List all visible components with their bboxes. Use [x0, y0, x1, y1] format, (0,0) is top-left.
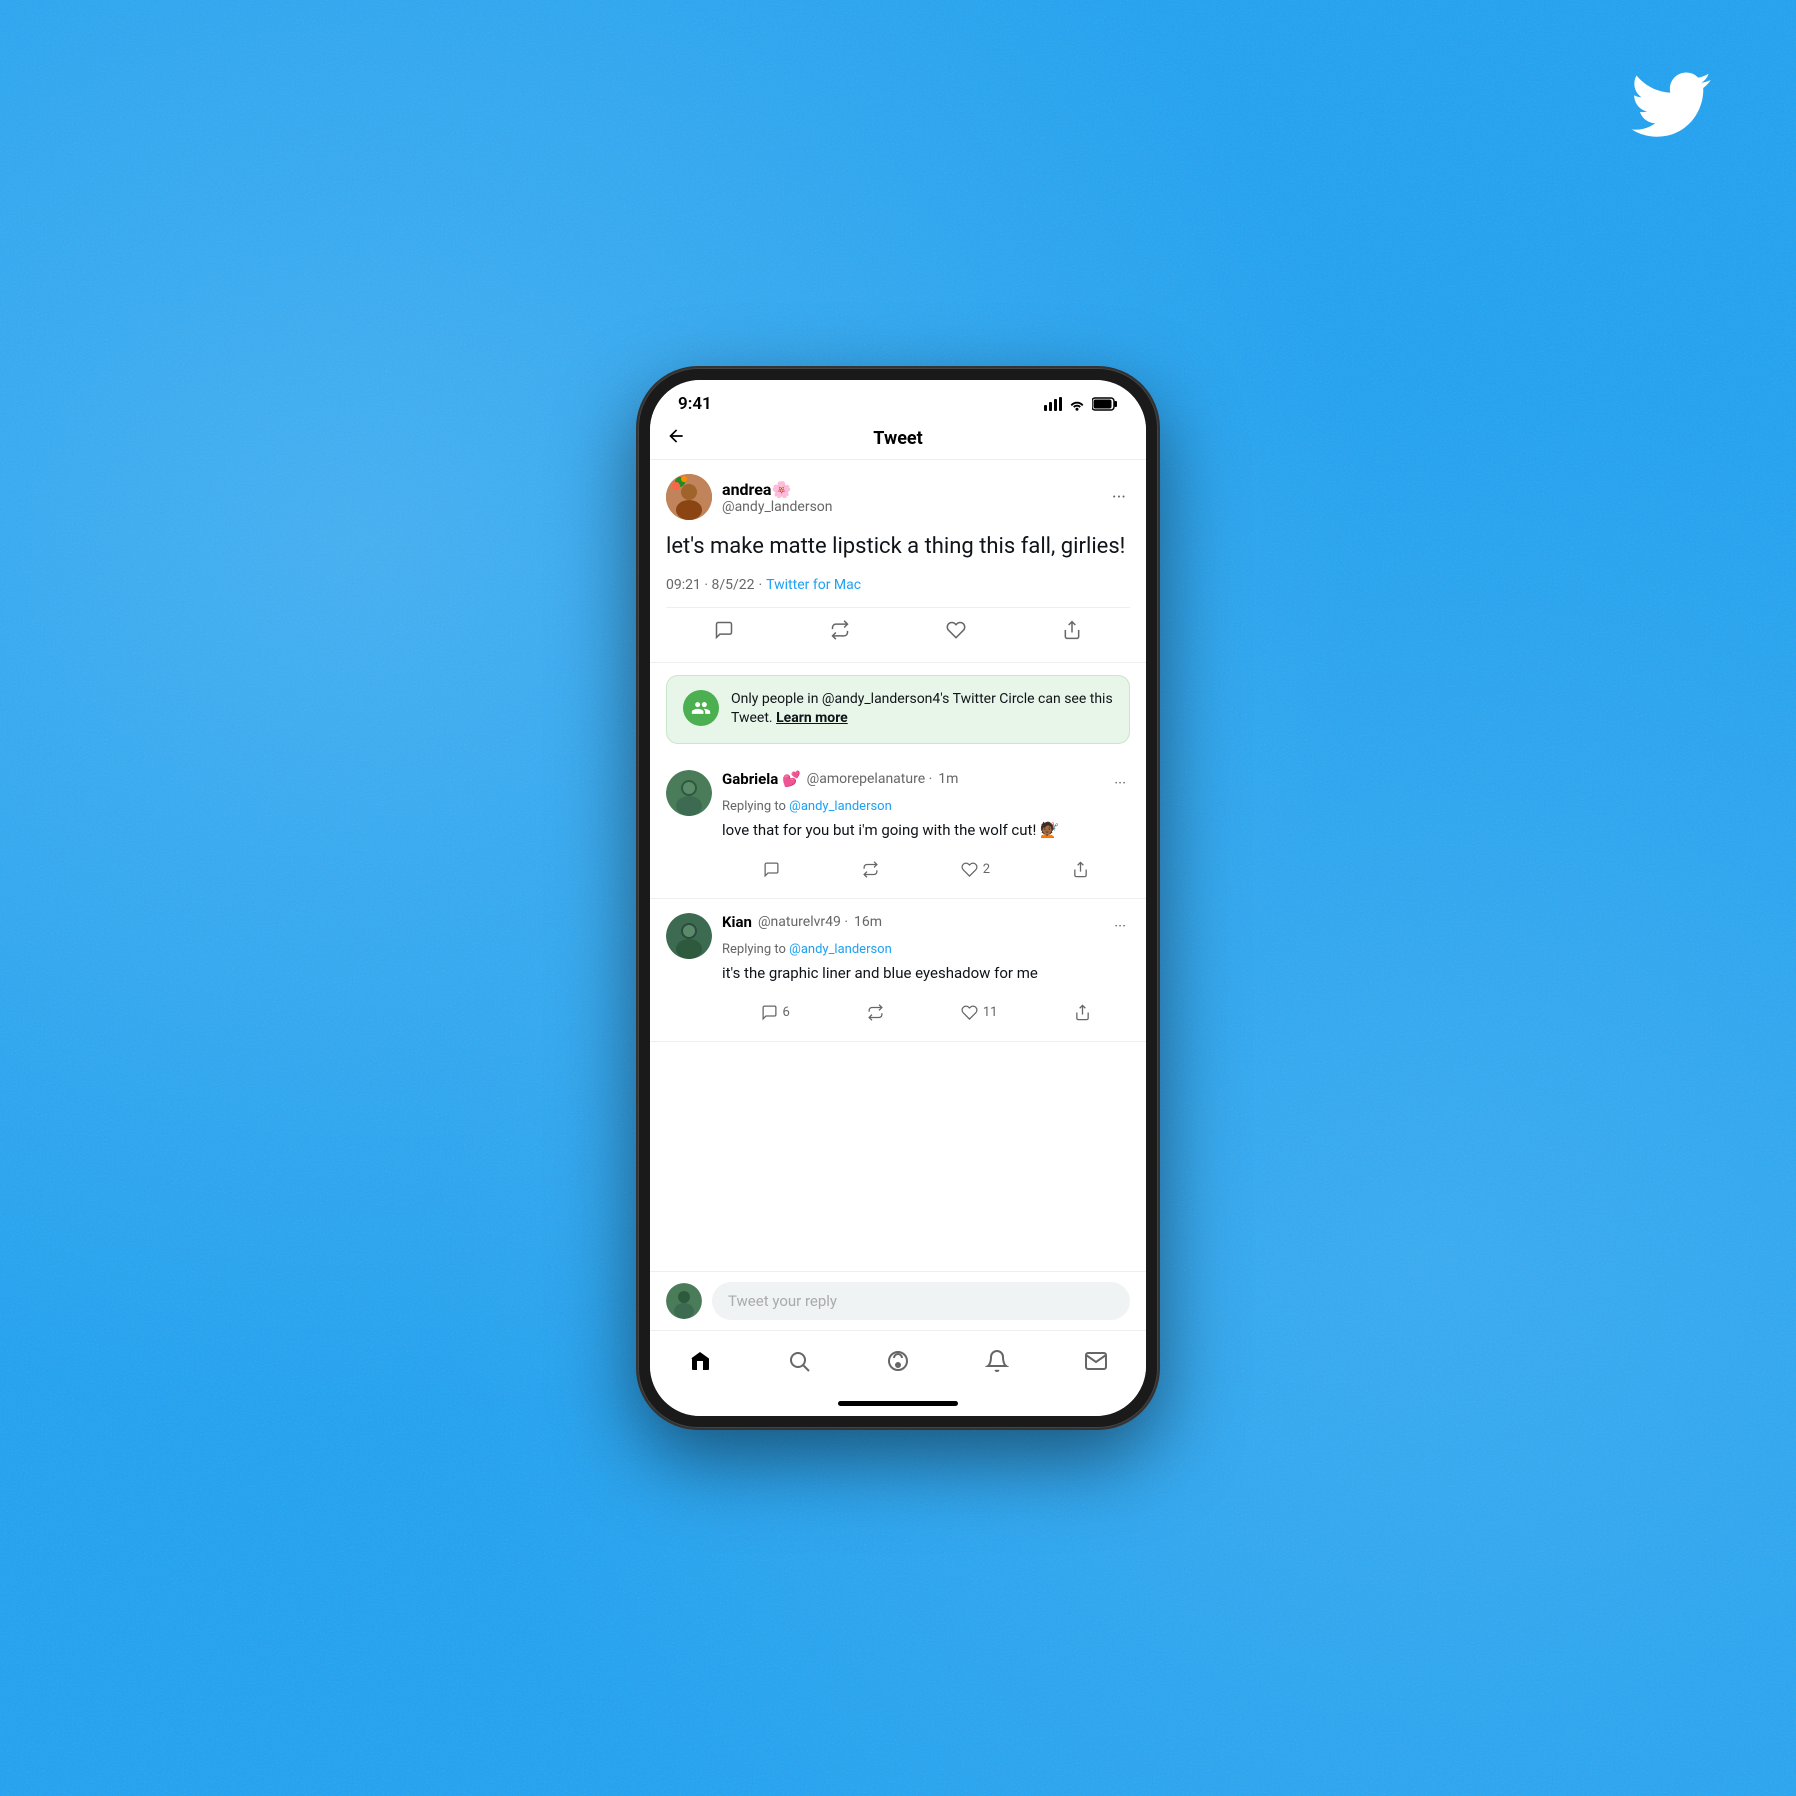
- retweet-action[interactable]: [822, 612, 858, 648]
- nav-home[interactable]: [672, 1341, 728, 1387]
- reply-1-like-count: 2: [983, 862, 990, 877]
- reply-2-retweet-btn[interactable]: [861, 998, 890, 1027]
- reply-2-header: Kian @naturelvr49 · 16m ··· Replying to …: [666, 913, 1130, 1027]
- tweet-meta-dot: ·: [759, 577, 763, 593]
- reply-2-name: Kian: [722, 913, 752, 931]
- reply-2-reply-btn[interactable]: 6: [755, 998, 796, 1027]
- share-icon: [1062, 620, 1082, 640]
- avatar-gabriela: [666, 770, 712, 816]
- learn-more-link[interactable]: Learn more: [776, 710, 848, 726]
- phone-screen: 9:41: [650, 380, 1146, 1416]
- reply-2-like-btn[interactable]: 11: [955, 998, 1004, 1027]
- reply-1-retweet-btn[interactable]: [856, 855, 885, 884]
- reply-tweet-1: Gabriela 💕 @amorepelanature · 1m ··· Rep…: [650, 756, 1146, 899]
- reply-2-author-line: Kian @naturelvr49 · 16m: [722, 913, 882, 931]
- status-icons: [1044, 397, 1118, 411]
- nav-spaces[interactable]: [870, 1341, 926, 1387]
- reply-2-share-btn[interactable]: [1068, 998, 1097, 1027]
- reply-1-like-icon: [961, 861, 978, 878]
- reply-icon: [714, 620, 734, 640]
- reply-1-header: Gabriela 💕 @amorepelanature · 1m ··· Rep…: [666, 770, 1130, 884]
- bottom-nav: [650, 1330, 1146, 1395]
- tweet-author-row: andrea🌸 @andy_landerson ···: [666, 474, 1130, 520]
- author-name: andrea🌸: [722, 480, 1098, 499]
- tweet-via[interactable]: Twitter for Mac: [766, 577, 861, 593]
- reply-1-time: 1m: [938, 771, 958, 787]
- reply-1-mention[interactable]: @andy_landerson: [789, 799, 892, 814]
- reply-2-like-count: 11: [983, 1005, 998, 1020]
- circle-notice: Only people in @andy_landerson4's Twitte…: [666, 675, 1130, 744]
- phone-shell: 9:41: [638, 368, 1158, 1428]
- like-action[interactable]: [938, 612, 974, 648]
- back-button[interactable]: [666, 426, 686, 452]
- reply-2-author-block: Kian @naturelvr49 · 16m ··· Replying to …: [722, 913, 1130, 1027]
- reply-2-retweet-icon: [867, 1004, 884, 1021]
- reply-2-mention[interactable]: @andy_landerson: [789, 942, 892, 957]
- author-info: andrea🌸 @andy_landerson: [722, 480, 1098, 515]
- wifi-icon: [1068, 397, 1086, 411]
- tweet-timestamp: 09:21 · 8/5/22: [666, 577, 755, 593]
- avatar-kian: [666, 913, 712, 959]
- reply-2-text: it's the graphic liner and blue eyeshado…: [722, 963, 1130, 984]
- status-time: 9:41: [678, 394, 712, 414]
- reply-2-time: 16m: [854, 914, 882, 930]
- battery-icon: [1092, 397, 1118, 411]
- reply-1-handle: @amorepelanature ·: [807, 771, 933, 787]
- status-bar: 9:41: [650, 380, 1146, 420]
- reply-2-actions: 6 11: [722, 994, 1130, 1027]
- tweet-text: let's make matte lipstick a thing this f…: [666, 532, 1130, 563]
- reply-1-share-btn[interactable]: [1066, 855, 1095, 884]
- reply-input-area: Tweet your reply: [650, 1271, 1146, 1330]
- nav-bar: Tweet: [650, 420, 1146, 460]
- home-bar: [838, 1401, 958, 1406]
- avatar-andrea: [666, 474, 712, 520]
- reply-1-text: love that for you but i'm going with the…: [722, 820, 1130, 841]
- nav-messages[interactable]: [1068, 1341, 1124, 1387]
- home-indicator: [650, 1395, 1146, 1416]
- author-handle: @andy_landerson: [722, 499, 1098, 515]
- content-area: andrea🌸 @andy_landerson ··· let's make m…: [650, 460, 1146, 1271]
- reply-1-replying-to: Replying to @andy_landerson: [722, 799, 1130, 814]
- like-icon: [946, 620, 966, 640]
- reply-1-like-btn[interactable]: 2: [955, 855, 996, 884]
- original-tweet: andrea🌸 @andy_landerson ··· let's make m…: [650, 460, 1146, 663]
- reply-2-like-icon: [961, 1004, 978, 1021]
- reply-1-more-button[interactable]: ···: [1110, 770, 1130, 796]
- retweet-icon: [830, 620, 850, 640]
- reply-user-avatar: [666, 1283, 702, 1319]
- reply-input[interactable]: Tweet your reply: [712, 1282, 1130, 1320]
- reply-2-reply-icon: [761, 1004, 778, 1021]
- circle-notice-text: Only people in @andy_landerson4's Twitte…: [731, 690, 1113, 729]
- nav-search[interactable]: [771, 1341, 827, 1387]
- circle-icon: [683, 690, 719, 726]
- reply-2-replying-to: Replying to @andy_landerson: [722, 942, 1130, 957]
- more-options-button[interactable]: ···: [1108, 483, 1130, 512]
- page-title: Tweet: [873, 428, 922, 449]
- reply-1-author-block: Gabriela 💕 @amorepelanature · 1m ··· Rep…: [722, 770, 1130, 884]
- reply-2-share-icon: [1074, 1004, 1091, 1021]
- reply-1-share-icon: [1072, 861, 1089, 878]
- signal-icon: [1044, 397, 1062, 411]
- share-action[interactable]: [1054, 612, 1090, 648]
- reply-tweet-2: Kian @naturelvr49 · 16m ··· Replying to …: [650, 899, 1146, 1042]
- nav-notifications[interactable]: [969, 1341, 1025, 1387]
- tweet-meta: 09:21 · 8/5/22 · Twitter for Mac: [666, 577, 1130, 593]
- reply-1-author-line: Gabriela 💕 @amorepelanature · 1m: [722, 770, 958, 788]
- reply-action[interactable]: [706, 612, 742, 648]
- reply-placeholder: Tweet your reply: [728, 1292, 837, 1310]
- reply-2-more-button[interactable]: ···: [1110, 913, 1130, 939]
- reply-1-reply-icon: [763, 861, 780, 878]
- reply-2-handle: @naturelvr49 ·: [758, 914, 848, 930]
- reply-1-actions: 2: [722, 851, 1130, 884]
- twitter-logo-corner: [1626, 60, 1716, 135]
- tweet-actions: [666, 607, 1130, 662]
- reply-1-reply-btn[interactable]: [757, 855, 786, 884]
- reply-1-retweet-icon: [862, 861, 879, 878]
- reply-1-name: Gabriela 💕: [722, 770, 801, 788]
- reply-2-reply-count: 6: [783, 1005, 790, 1020]
